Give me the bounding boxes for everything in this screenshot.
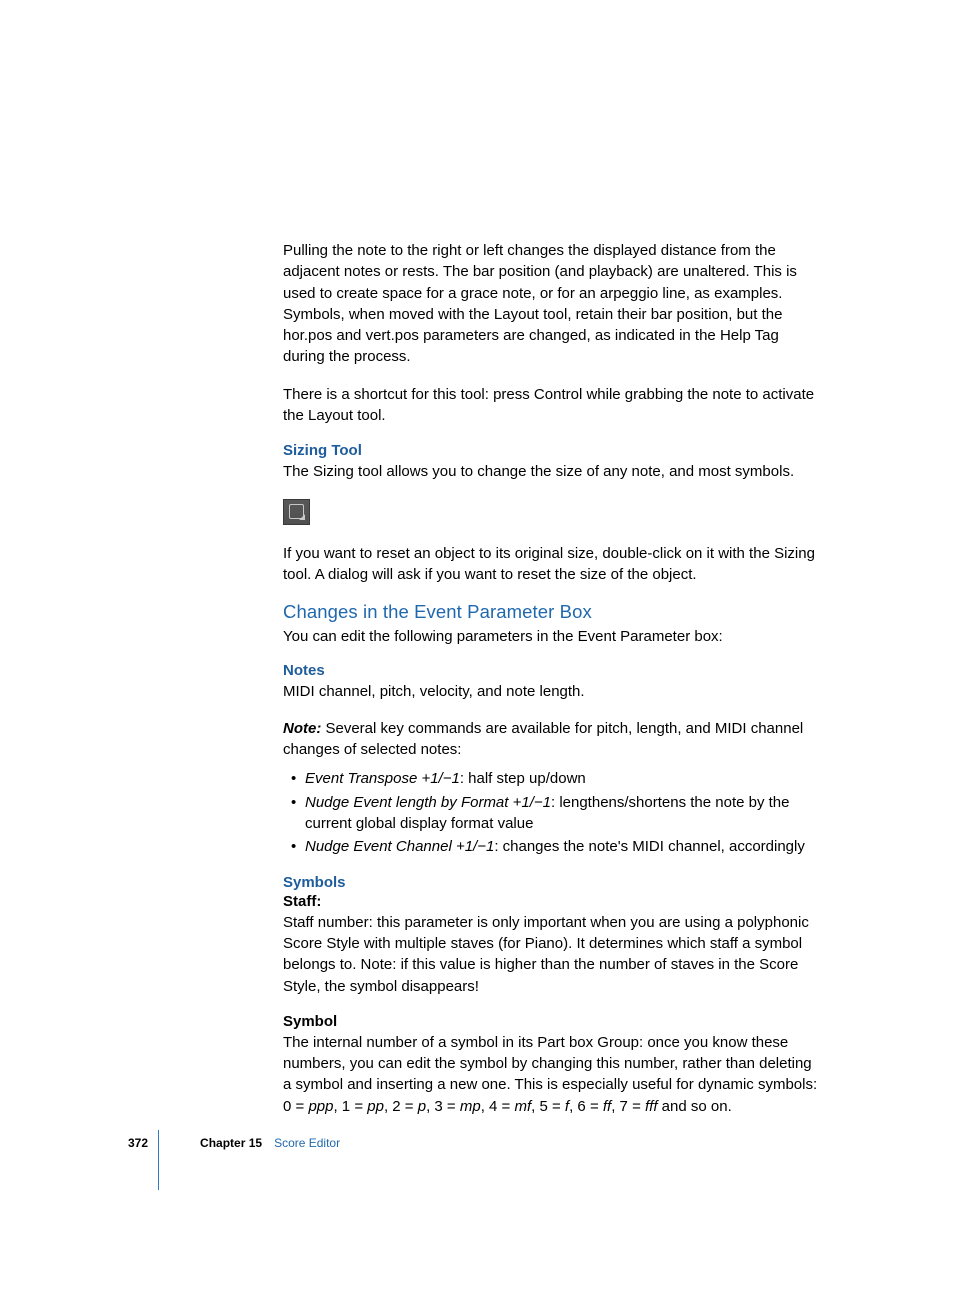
page-number: 372 [128, 1136, 148, 1150]
paragraph-layout-tool: Pulling the note to the right or left ch… [283, 240, 823, 368]
subhead-staff: Staff: [283, 893, 823, 910]
paragraph-sizing-desc: The Sizing tool allows you to change the… [283, 461, 823, 482]
key-commands-list: Event Transpose +1/−1: half step up/down… [283, 768, 823, 857]
chapter-label: Chapter 15 [200, 1136, 262, 1150]
sizing-tool-icon [283, 499, 310, 525]
chapter-title: Score Editor [274, 1136, 340, 1150]
page-footer: 372 Chapter 15 Score Editor [128, 1136, 340, 1150]
paragraph-notes-desc: MIDI channel, pitch, velocity, and note … [283, 681, 823, 702]
command-name: Event Transpose +1/−1 [305, 770, 460, 787]
subhead-symbol: Symbol [283, 1013, 823, 1030]
paragraph-note-commands: Note: Several key commands are available… [283, 718, 823, 761]
note-text: Several key commands are available for p… [283, 720, 803, 758]
list-item: Event Transpose +1/−1: half step up/down [295, 768, 823, 789]
command-desc: : changes the note's MIDI channel, accor… [494, 838, 805, 855]
page-content: Pulling the note to the right or left ch… [283, 240, 823, 1133]
heading-changes-event: Changes in the Event Parameter Box [283, 601, 823, 623]
paragraph-sizing-reset: If you want to reset an object to its or… [283, 543, 823, 586]
command-desc: : half step up/down [460, 770, 586, 787]
heading-notes: Notes [283, 662, 823, 679]
paragraph-event-intro: You can edit the following parameters in… [283, 626, 823, 647]
paragraph-staff-desc: Staff number: this parameter is only imp… [283, 912, 823, 997]
heading-symbols: Symbols [283, 874, 823, 891]
command-name: Nudge Event Channel +1/−1 [305, 838, 494, 855]
heading-sizing-tool: Sizing Tool [283, 442, 823, 459]
paragraph-shortcut: There is a shortcut for this tool: press… [283, 384, 823, 427]
list-item: Nudge Event length by Format +1/−1: leng… [295, 792, 823, 835]
paragraph-symbol-desc: The internal number of a symbol in its P… [283, 1032, 823, 1117]
note-label: Note: [283, 720, 321, 737]
list-item: Nudge Event Channel +1/−1: changes the n… [295, 836, 823, 857]
command-name: Nudge Event length by Format +1/−1 [305, 794, 551, 811]
